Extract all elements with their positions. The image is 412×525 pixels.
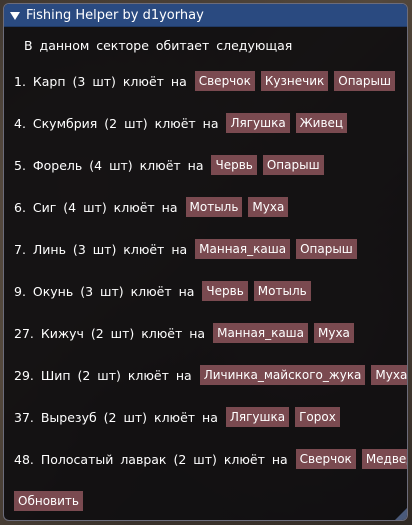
bait-button[interactable]: Опарыш bbox=[334, 71, 395, 91]
bait-button[interactable]: Мотыль bbox=[253, 281, 311, 301]
fish-label: 7. Линь (3 шт) клюёт на bbox=[14, 241, 188, 257]
collapse-arrow-icon[interactable] bbox=[10, 11, 20, 20]
resize-grip-icon[interactable] bbox=[395, 508, 407, 520]
sector-header-text: В данном секторе обитает следующая bbox=[24, 38, 293, 53]
fish-row: 7. Линь (3 шт) клюёт на Манная_каша Опар… bbox=[14, 238, 363, 260]
fish-label: 37. Вырезуб (2 шт) клюёт на bbox=[14, 409, 218, 425]
fish-label: 6. Сиг (4 шт) клюёт на bbox=[14, 199, 178, 215]
window-titlebar[interactable]: Fishing Helper by d1yorhay bbox=[4, 4, 407, 27]
fish-row: 6. Сиг (4 шт) клюёт на Мотыль Муха bbox=[14, 196, 294, 218]
bait-button[interactable]: Горох bbox=[295, 407, 340, 427]
fish-row: 5. Форель (4 шт) клюёт на Червь Опарыш bbox=[14, 154, 330, 176]
bait-button[interactable]: Манная_каша bbox=[195, 239, 291, 259]
fishing-helper-window: Fishing Helper by d1yorhay В данном сект… bbox=[3, 3, 408, 521]
bait-button[interactable]: Муха bbox=[248, 197, 289, 217]
bait-button[interactable]: Опарыш bbox=[296, 239, 357, 259]
bait-button[interactable]: Муха bbox=[314, 323, 354, 343]
bait-button[interactable]: Медведка bbox=[361, 449, 407, 469]
bait-button[interactable]: Червь bbox=[211, 155, 257, 175]
bait-button[interactable]: Живец bbox=[295, 113, 348, 133]
bait-button[interactable]: Личинка_майского_жука bbox=[199, 365, 366, 385]
fish-label: 48. Полосатый лаврак (2 шт) клюёт на bbox=[14, 451, 288, 467]
bait-button[interactable]: Кузнечик bbox=[260, 71, 329, 91]
fish-row: 1. Карп (3 шт) клюёт на Сверчок Кузнечик… bbox=[14, 70, 401, 92]
fish-row: 29. Шип (2 шт) клюёт на Личинка_майского… bbox=[14, 364, 407, 386]
fish-label: 29. Шип (2 шт) клюёт на bbox=[14, 367, 192, 383]
fish-row: 9. Окунь (3 шт) клюёт на Червь Мотыль bbox=[14, 280, 317, 302]
bait-button[interactable]: Сверчок bbox=[295, 449, 356, 469]
bait-button[interactable]: Мотыль bbox=[185, 197, 243, 217]
refresh-button[interactable]: Обновить bbox=[14, 491, 83, 511]
fish-row: 48. Полосатый лаврак (2 шт) клюёт на Све… bbox=[14, 448, 407, 470]
fish-row: 37. Вырезуб (2 шт) клюёт на Лягушка Горо… bbox=[14, 406, 346, 428]
bait-button[interactable]: Муха bbox=[371, 365, 407, 385]
fish-label: 1. Карп (3 шт) клюёт на bbox=[14, 73, 187, 89]
bait-button[interactable]: Лягушка bbox=[226, 113, 290, 133]
fish-label: 9. Окунь (3 шт) клюёт на bbox=[14, 283, 195, 299]
window-title: Fishing Helper by d1yorhay bbox=[26, 7, 204, 23]
fish-label: 5. Форель (4 шт) клюёт на bbox=[14, 157, 204, 173]
bait-button[interactable]: Сверчок bbox=[194, 71, 255, 91]
bait-button[interactable]: Лягушка bbox=[225, 407, 290, 427]
window-content: В данном секторе обитает следующая 1. Ка… bbox=[4, 27, 407, 520]
fish-row: 27. Кижуч (2 шт) клюёт на Манная_каша Му… bbox=[14, 322, 360, 344]
fish-label: 27. Кижуч (2 шт) клюёт на bbox=[14, 325, 206, 341]
bait-button[interactable]: Червь bbox=[202, 281, 248, 301]
fish-label: 4. Скумбрия (2 шт) клюёт на bbox=[14, 115, 219, 131]
fish-row: 4. Скумбрия (2 шт) клюёт на Лягушка Живе… bbox=[14, 112, 353, 134]
bait-button[interactable]: Манная_каша bbox=[213, 323, 308, 343]
bait-button[interactable]: Опарыш bbox=[262, 155, 324, 175]
